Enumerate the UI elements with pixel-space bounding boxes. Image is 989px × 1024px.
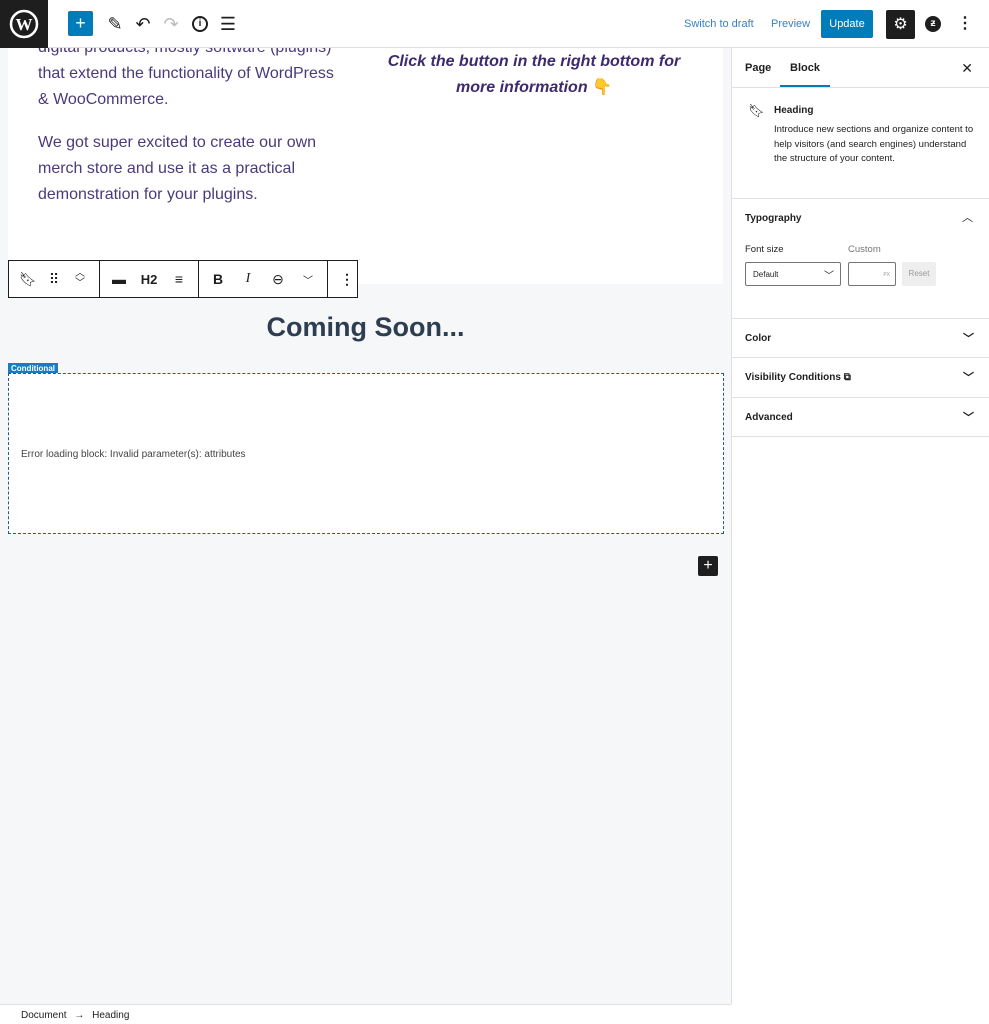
paragraph-block[interactable]: digital products, mostly software (plugi… bbox=[38, 48, 348, 113]
callout-text: Click the button in the right bottom for… bbox=[384, 49, 684, 101]
list-view-button[interactable]: ☰ bbox=[216, 12, 240, 36]
conditional-label: Conditional bbox=[8, 363, 58, 373]
close-icon: ✕ bbox=[961, 60, 973, 76]
bookmark-icon: 🔖︎ bbox=[748, 103, 765, 118]
info-icon: i bbox=[192, 16, 208, 32]
preview-button[interactable]: Preview bbox=[771, 18, 810, 30]
text-line: merch store and use it as a practical bbox=[38, 160, 296, 177]
list-view-icon: ☰ bbox=[219, 13, 237, 34]
drag-icon: ⠿ bbox=[48, 270, 60, 287]
chevron-down-icon: ﹀ bbox=[963, 412, 974, 424]
custom-size-input[interactable]: PX bbox=[848, 262, 896, 286]
breadcrumb-heading[interactable]: Heading bbox=[92, 1010, 129, 1021]
gear-icon: ⚙ bbox=[893, 16, 908, 33]
italic-icon: I bbox=[245, 271, 251, 286]
text-line: demonstration for your plugins. bbox=[38, 186, 258, 203]
options-button[interactable]: ⋮ bbox=[957, 13, 973, 33]
switch-to-draft-button[interactable]: Switch to draft bbox=[684, 18, 754, 30]
pencil-icon: ✎ bbox=[107, 13, 123, 34]
bold-button[interactable]: B bbox=[205, 264, 231, 294]
block-name: Heading bbox=[774, 105, 814, 116]
font-size-label: Font size bbox=[745, 244, 784, 255]
close-sidebar-button[interactable]: ✕ bbox=[961, 60, 973, 77]
chevron-down-icon[interactable]: ﹀ bbox=[75, 279, 85, 289]
visibility-plugin-icon: ⧉ bbox=[843, 372, 851, 383]
breadcrumb-separator: → bbox=[74, 1010, 85, 1021]
drag-handle[interactable]: ⠿ bbox=[45, 264, 63, 294]
text-line: & WooCommerce. bbox=[38, 91, 169, 108]
italic-button[interactable]: I bbox=[235, 264, 261, 294]
redo-icon: ↷ bbox=[163, 13, 179, 34]
block-toolbar: 🔖︎ ⠿ ︿ ﹀ ▬ H2 ≡ B I ⊖ ﹀ ⋮ bbox=[8, 260, 358, 298]
block-description: Introduce new sections and organize cont… bbox=[774, 124, 974, 164]
block-options-button[interactable]: ⋮ bbox=[334, 264, 360, 294]
chevron-down-icon: ﹀ bbox=[963, 372, 974, 384]
pointing-down-icon: 👇 bbox=[592, 79, 612, 96]
add-block-inline-button[interactable]: + bbox=[698, 556, 718, 576]
custom-label: Custom bbox=[848, 244, 881, 255]
undo-button[interactable]: ↶ bbox=[131, 12, 155, 36]
text-line: that extend the functionality of WordPre… bbox=[38, 65, 334, 82]
text-line: We got super excited to create our own bbox=[38, 134, 317, 151]
text-align-button[interactable]: ≡ bbox=[166, 264, 192, 294]
tools-button[interactable]: ✎ bbox=[103, 12, 127, 36]
more-vertical-icon: ⋮ bbox=[340, 270, 354, 287]
heading-level-button[interactable]: H2 bbox=[136, 264, 162, 294]
settings-button[interactable]: ⚙ bbox=[886, 10, 915, 39]
redo-button[interactable]: ↷ bbox=[159, 12, 183, 36]
wordpress-icon: W bbox=[9, 9, 39, 39]
text-line: more information bbox=[456, 79, 588, 96]
conditional-block[interactable]: Error loading block: Invalid parameter(s… bbox=[8, 373, 724, 534]
update-button[interactable]: Update bbox=[821, 10, 873, 38]
settings-sidebar: Page Block ✕ 🔖︎ Heading Introduce new se… bbox=[731, 48, 989, 1004]
error-message: Error loading block: Invalid parameter(s… bbox=[21, 449, 246, 460]
plugin-icon: ƶ bbox=[930, 18, 936, 29]
editor-canvas: digital products, mostly software (plugi… bbox=[0, 48, 731, 1004]
font-size-select[interactable]: Default ﹀ bbox=[745, 262, 841, 286]
advanced-panel[interactable]: Advanced ﹀ bbox=[732, 397, 989, 437]
text-line: Click the button in the right bottom for bbox=[387, 53, 681, 70]
link-icon: ⊖ bbox=[272, 270, 284, 287]
chevron-down-icon: ﹀ bbox=[303, 275, 313, 287]
text-line: digital products, mostly software (plugi… bbox=[38, 48, 348, 61]
typography-panel-title[interactable]: Typography bbox=[745, 213, 801, 224]
visibility-conditions-panel[interactable]: Visibility Conditions ⧉ ﹀ bbox=[732, 357, 989, 397]
tab-block[interactable]: Block bbox=[780, 48, 830, 88]
plus-icon: + bbox=[75, 13, 86, 33]
paragraph-block[interactable]: We got super excited to create our own m… bbox=[38, 130, 348, 208]
svg-text:W: W bbox=[16, 15, 33, 34]
align-center-icon: ≡ bbox=[174, 271, 184, 287]
align-button[interactable]: ▬ bbox=[106, 264, 132, 294]
wordpress-logo-button[interactable]: W bbox=[0, 0, 48, 48]
chevron-up-icon[interactable]: ︿ bbox=[962, 209, 973, 225]
undo-icon: ↶ bbox=[135, 13, 151, 34]
bold-icon: B bbox=[212, 271, 224, 287]
breadcrumb: Document → Heading bbox=[0, 1004, 731, 1024]
bookmark-icon: 🔖︎ bbox=[19, 270, 37, 287]
reset-button[interactable]: Reset bbox=[902, 262, 936, 286]
plugin-button[interactable]: ƶ bbox=[925, 16, 941, 32]
move-buttons[interactable]: ︿ ﹀ bbox=[67, 264, 93, 294]
details-button[interactable]: i bbox=[188, 12, 212, 36]
add-block-button[interactable]: + bbox=[68, 11, 93, 36]
tab-page[interactable]: Page bbox=[745, 48, 771, 88]
link-button[interactable]: ⊖ bbox=[265, 264, 291, 294]
color-panel[interactable]: Color ﹀ bbox=[732, 318, 989, 358]
block-type-button[interactable]: 🔖︎ bbox=[15, 264, 41, 294]
more-vertical-icon: ⋮ bbox=[957, 15, 973, 32]
chevron-down-icon: ﹀ bbox=[824, 271, 834, 282]
plus-icon: + bbox=[703, 557, 713, 574]
heading-block[interactable]: Coming Soon... bbox=[0, 312, 731, 343]
chevron-down-icon: ﹀ bbox=[963, 333, 974, 345]
more-formats-button[interactable]: ﹀ bbox=[295, 264, 321, 294]
align-wide-icon: ▬ bbox=[112, 271, 126, 287]
breadcrumb-document[interactable]: Document bbox=[21, 1010, 67, 1021]
top-toolbar: W + ✎ ↶ ↷ i ☰ Switch to draft Preview Up… bbox=[0, 0, 989, 48]
